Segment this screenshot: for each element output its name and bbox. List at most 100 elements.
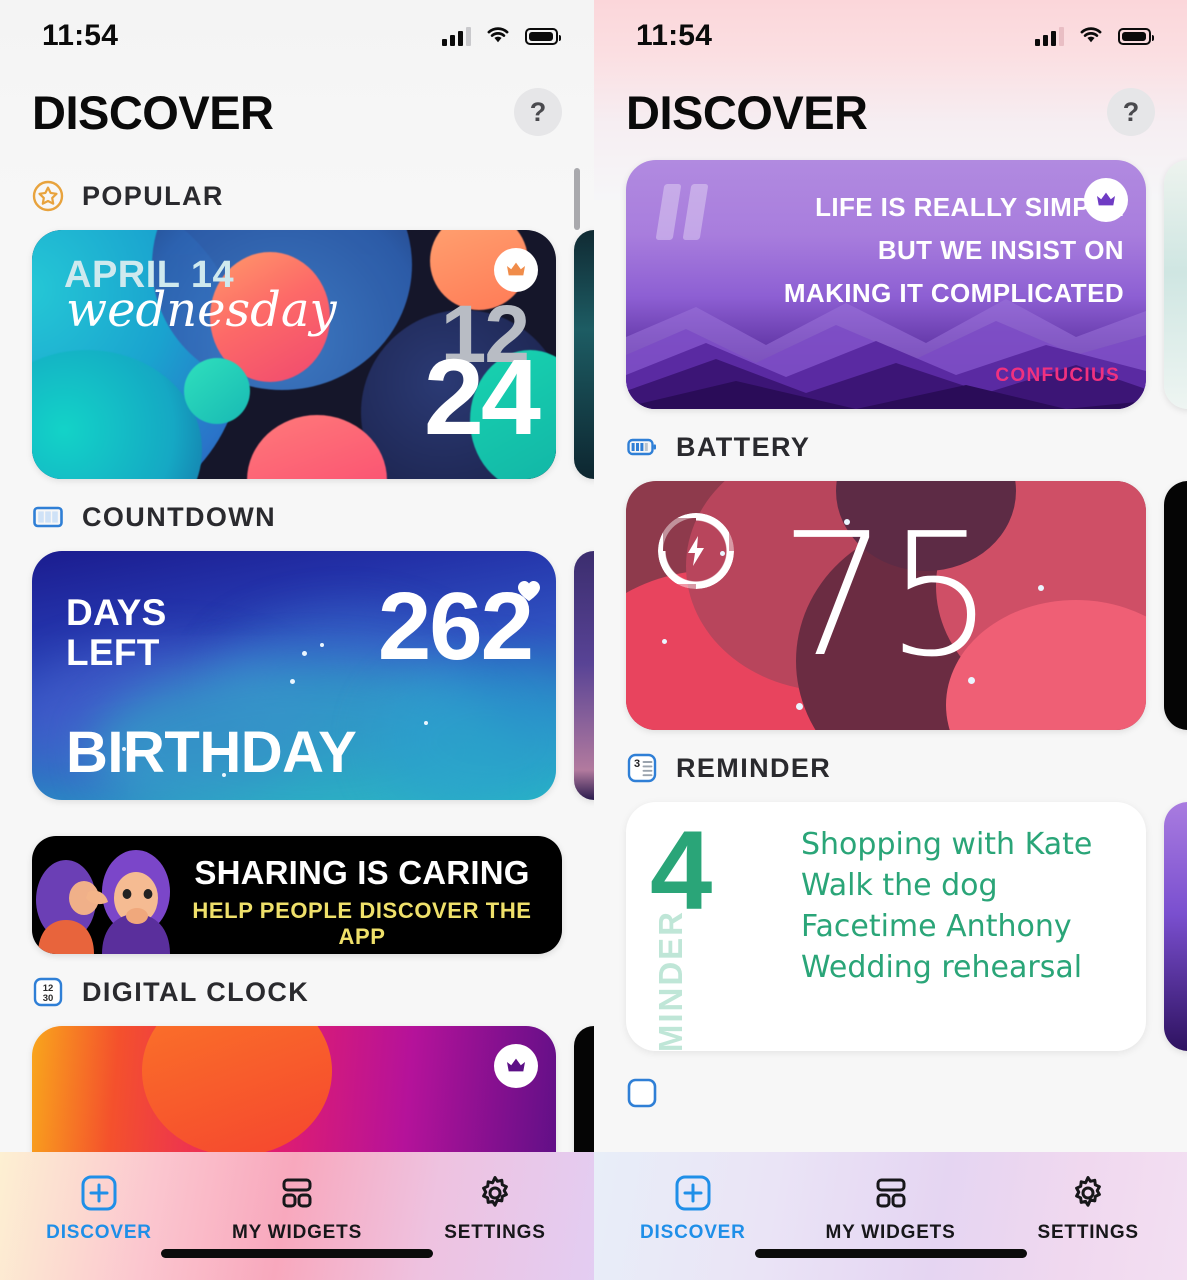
section-header-battery: BATTERY [594, 409, 1187, 481]
section-label: COUNTDOWN [82, 501, 277, 532]
section-header-next-partial [594, 1051, 1187, 1127]
reminder-count: 4 [650, 808, 713, 933]
widget-card-quote[interactable]: LIFE IS REALLY SIMPLE BUT WE INSIST ON M… [626, 160, 1146, 409]
tab-discover[interactable]: DISCOVER [594, 1174, 792, 1244]
status-time: 11:54 [636, 19, 713, 52]
widget-carousel-countdown[interactable]: DAYS LEFT 262 BIRTHDAY [0, 551, 594, 800]
widget-weekday: wednesday [66, 282, 337, 338]
section-header-reminder: 3 REMINDER [594, 730, 1187, 802]
countdown-number: 262 [377, 573, 534, 680]
clock-1230-icon: 12 30 [32, 976, 64, 1008]
widget-carousel-reminder[interactable]: REMINDER 4 Shopping with Kate Walk the d… [594, 802, 1187, 1051]
share-promo-banner[interactable]: SHARING IS CARING HELP PEOPLE DISCOVER T… [32, 836, 562, 954]
widgets-grid-icon [278, 1174, 316, 1212]
heart-icon [516, 579, 542, 603]
section-label: POPULAR [82, 180, 224, 211]
widget-card-countdown[interactable]: DAYS LEFT 262 BIRTHDAY [32, 551, 556, 800]
tab-settings[interactable]: SETTINGS [396, 1174, 594, 1244]
countdown-title: BIRTHDAY [66, 720, 357, 785]
page-title: DISCOVER [626, 85, 868, 139]
help-button[interactable]: ? [1107, 88, 1155, 136]
status-time: 11:54 [42, 19, 119, 52]
section-label: BATTERY [676, 431, 811, 462]
status-icons [1035, 24, 1154, 49]
cellular-bars-icon [1035, 26, 1064, 46]
quote-line: LIFE IS REALLY SIMPLE [815, 192, 1124, 222]
tab-settings[interactable]: SETTINGS [989, 1174, 1187, 1244]
widget-card-battery[interactable]: 75 [626, 481, 1146, 730]
widgets-grid-icon [872, 1174, 910, 1212]
tab-label: MY WIDGETS [231, 1222, 363, 1243]
svg-text:3: 3 [634, 758, 640, 770]
phone-screen-left: 11:54 DISCOVER ? POPULAR APRIL 14 wednes… [0, 0, 594, 1280]
widget-carousel-battery[interactable]: 75 [594, 481, 1187, 730]
widget-card-peek[interactable] [574, 230, 594, 479]
quote-lines: LIFE IS REALLY SIMPLE BUT WE INSIST ON M… [784, 186, 1124, 315]
quote-author: CONFUCIUS [995, 365, 1120, 386]
reminder-item: Walk the dog [801, 868, 998, 904]
reminder-list-icon: 3 [626, 752, 658, 784]
wifi-icon [1077, 24, 1105, 49]
page-title: DISCOVER [32, 85, 274, 139]
tab-label: DISCOVER [46, 1222, 152, 1243]
page-header: DISCOVER ? [594, 72, 1187, 158]
reminder-items: Shopping with Kate Walk the dog Facetime… [801, 824, 1092, 988]
bottom-tab-bar: DISCOVER MY WIDGETS SETTINGS [594, 1152, 1187, 1280]
widget-card-peek[interactable] [574, 551, 594, 800]
tab-label: SETTINGS [1037, 1222, 1139, 1243]
home-indicator [161, 1249, 433, 1258]
promo-headline: SHARING IS CARING [194, 854, 530, 891]
battery-bars-icon [626, 431, 658, 463]
plus-square-icon [674, 1174, 712, 1212]
tab-my-widgets[interactable]: MY WIDGETS [792, 1174, 990, 1244]
help-button[interactable]: ? [514, 88, 562, 136]
promo-text: SHARING IS CARING HELP PEOPLE DISCOVER T… [172, 854, 552, 950]
quote-line: BUT WE INSIST ON [877, 235, 1124, 266]
tab-label: DISCOVER [640, 1222, 746, 1243]
tab-discover[interactable]: DISCOVER [0, 1174, 198, 1244]
section-label: REMINDER [676, 752, 832, 783]
home-indicator [754, 1249, 1027, 1258]
vertical-scrollbar[interactable] [574, 168, 580, 230]
bottom-tab-bar: DISCOVER MY WIDGETS SETTINGS [0, 1152, 594, 1280]
tab-label: MY WIDGETS [825, 1222, 956, 1243]
widget-card-peek[interactable] [1164, 481, 1187, 730]
countdown-label-line2: LEFT [66, 631, 160, 673]
countdown-label-line1: DAYS [66, 592, 167, 633]
quote-mark-icon [655, 184, 709, 240]
wifi-icon [484, 24, 512, 49]
cellular-bars-icon [442, 26, 471, 46]
next-section-icon [626, 1077, 658, 1109]
plus-square-icon [80, 1174, 118, 1212]
reminder-item: Facetime Anthony [801, 909, 1072, 945]
gear-icon [1069, 1174, 1107, 1212]
widget-card-peek[interactable] [1164, 160, 1187, 409]
tab-label: SETTINGS [444, 1222, 546, 1243]
discover-list-left: POPULAR APRIL 14 wednesday 12 24 COUNTDO… [0, 158, 594, 1275]
tab-my-widgets[interactable]: MY WIDGETS [198, 1174, 396, 1244]
promo-subline: HELP PEOPLE DISCOVER THE APP [192, 898, 532, 949]
gear-icon [476, 1174, 514, 1212]
widget-card-peek[interactable] [1164, 802, 1187, 1051]
status-bar: 11:54 [0, 0, 594, 72]
bolt-icon [658, 513, 734, 589]
section-header-popular: POPULAR [0, 158, 594, 230]
battery-icon [1118, 27, 1154, 45]
section-header-digital-clock: 12 30 DIGITAL CLOCK [0, 954, 594, 1026]
grid-columns-icon [32, 501, 64, 533]
section-header-countdown: COUNTDOWN [0, 479, 594, 551]
crown-icon [494, 248, 538, 292]
countdown-label: DAYS LEFT [66, 593, 167, 673]
battery-icon [525, 27, 561, 45]
widget-minute: 24 [423, 336, 541, 457]
page-header: DISCOVER ? [0, 72, 594, 158]
section-label: DIGITAL CLOCK [82, 976, 310, 1007]
widget-card-reminder[interactable]: REMINDER 4 Shopping with Kate Walk the d… [626, 802, 1146, 1051]
quote-line: MAKING IT COMPLICATED [783, 278, 1124, 309]
widget-card-gradient-clock[interactable]: APRIL 14 wednesday 12 24 [32, 230, 556, 479]
widget-carousel-popular[interactable]: APRIL 14 wednesday 12 24 [0, 230, 594, 479]
reminder-item: Wedding rehearsal [801, 950, 1083, 986]
discover-list-right: LIFE IS REALLY SIMPLE BUT WE INSIST ON M… [594, 158, 1187, 1127]
status-icons [442, 24, 561, 49]
widget-carousel-quotes[interactable]: LIFE IS REALLY SIMPLE BUT WE INSIST ON M… [594, 158, 1187, 409]
